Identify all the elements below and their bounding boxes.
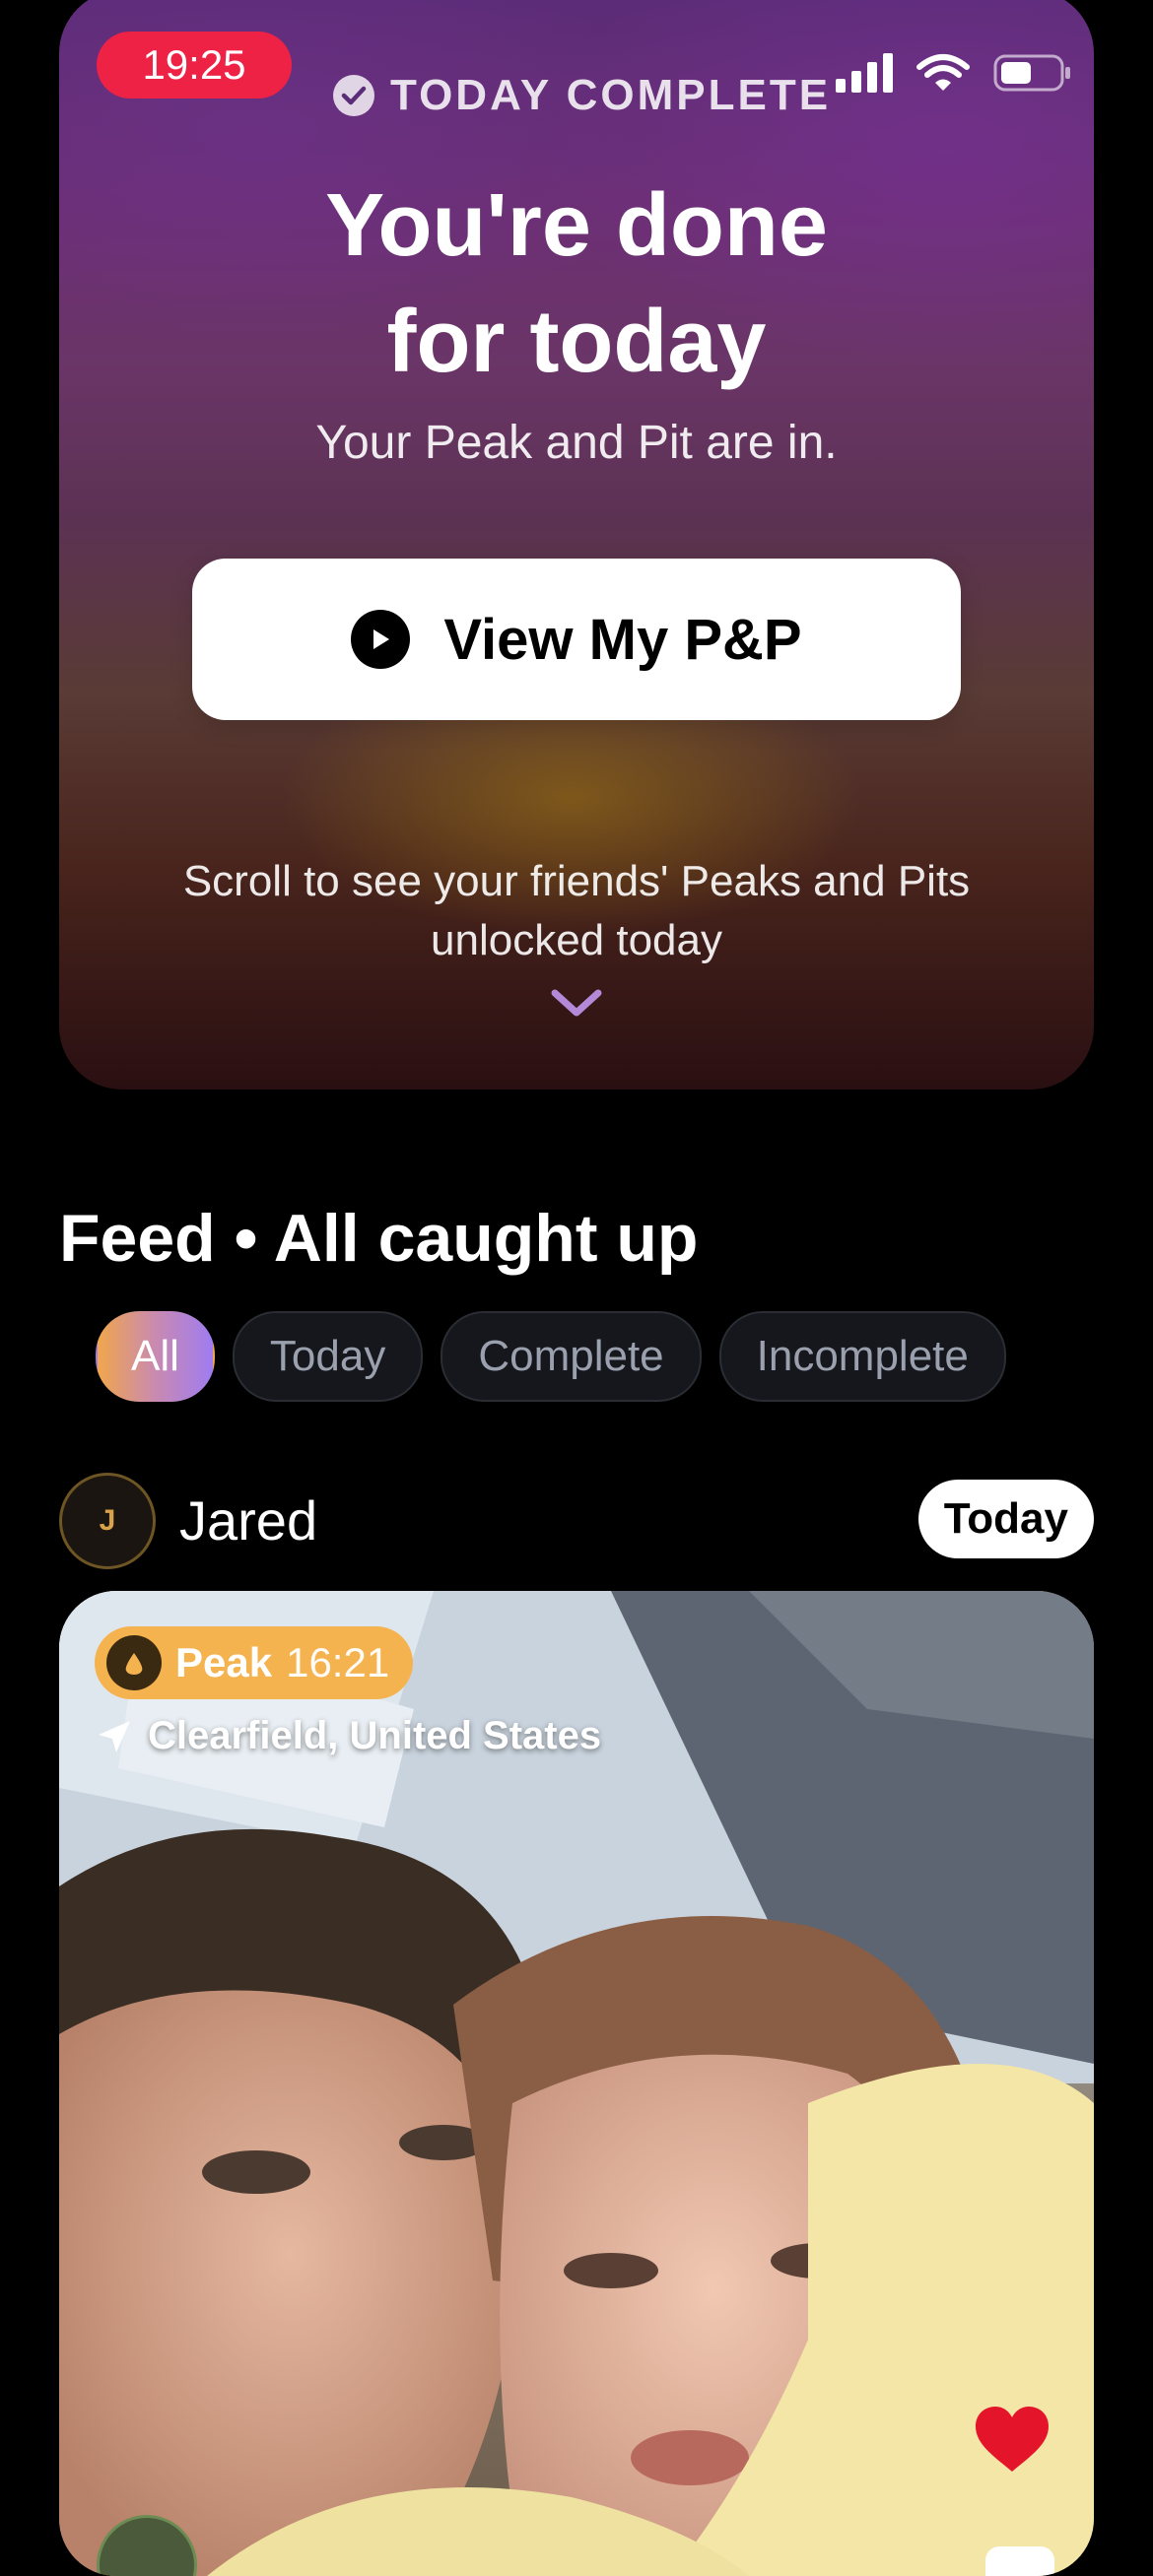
view-my-pp-button[interactable]: View My P&P [192, 559, 961, 720]
hero-subtitle: Your Peak and Pit are in. [315, 417, 838, 469]
filter-chip-today[interactable]: Today [232, 1311, 424, 1402]
filter-chip-incomplete[interactable]: Incomplete [718, 1311, 1006, 1402]
heart-icon[interactable] [974, 2405, 1051, 2476]
today-badge: Today [917, 1480, 1094, 1558]
battery-icon [993, 54, 1070, 92]
today-complete-card: TODAY COMPLETE You're done for today You… [59, 0, 1094, 1090]
feed-title: Feed • All caught up [59, 1201, 699, 1276]
reaction-chip[interactable] [985, 2546, 1054, 2576]
scroll-hint: Scroll to see your friends' Peaks and Pi… [182, 857, 971, 964]
checkmark-icon [333, 75, 374, 116]
chevron-down-icon[interactable] [547, 985, 606, 1021]
peak-badge: Peak 16:21 [95, 1626, 414, 1699]
post-location: Clearfield, United States [95, 1714, 601, 1758]
status-time: 19:25 [97, 32, 292, 99]
avatar[interactable]: J [59, 1473, 156, 1569]
wifi-icon [916, 54, 970, 91]
feed-filter-bar: All Today Complete Incomplete [96, 1311, 1006, 1402]
location-label: Clearfield, United States [148, 1714, 602, 1757]
post-photo[interactable]: Peak 16:21 Clearfield, United States [59, 1591, 1094, 2576]
peak-time: 16:21 [286, 1639, 390, 1685]
filter-chip-complete[interactable]: Complete [441, 1311, 702, 1402]
today-complete-badge: TODAY COMPLETE [333, 71, 831, 120]
peak-label: Peak [175, 1639, 273, 1685]
user-name[interactable]: Jared [179, 1488, 317, 1552]
signal-icon [836, 53, 893, 93]
peak-icon [106, 1635, 162, 1690]
filter-chip-all[interactable]: All [96, 1311, 215, 1402]
view-my-pp-label: View My P&P [443, 607, 802, 672]
location-arrow-icon [99, 1720, 130, 1752]
hero-title: You're done for today [325, 176, 828, 391]
today-complete-label: TODAY COMPLETE [390, 71, 832, 119]
play-icon [351, 610, 411, 669]
post-header: J Jared Today [59, 1473, 1094, 1571]
status-icons [836, 53, 1072, 93]
